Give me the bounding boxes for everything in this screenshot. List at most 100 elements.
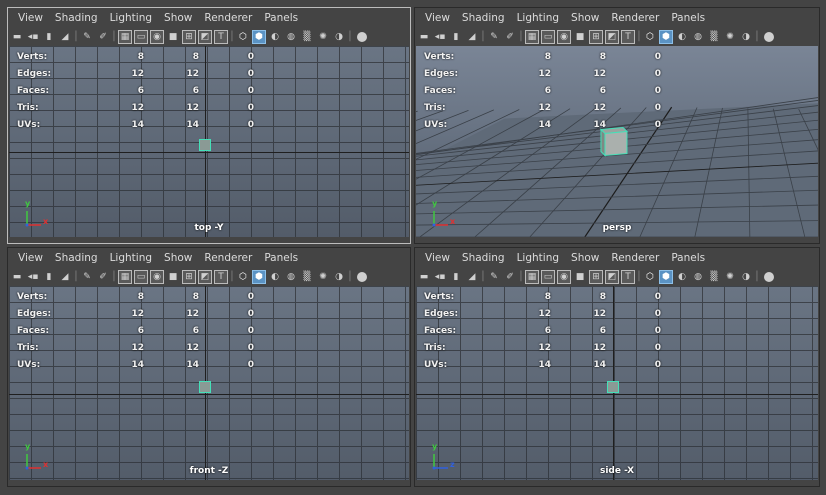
menu-shading[interactable]: Shading bbox=[456, 252, 511, 264]
camera-attributes-icon[interactable]: ◂▪ bbox=[433, 270, 447, 284]
isolate-icon[interactable] bbox=[357, 32, 367, 42]
gate-mask-icon[interactable]: ■ bbox=[573, 30, 587, 44]
menu-lighting[interactable]: Lighting bbox=[511, 252, 565, 264]
lights-icon[interactable]: ✺ bbox=[316, 270, 330, 284]
grid-icon[interactable]: ▦ bbox=[525, 30, 539, 44]
wireframe-icon[interactable]: ⬡ bbox=[643, 30, 657, 44]
resolution-gate-icon[interactable]: ◉ bbox=[150, 270, 164, 284]
image-plane-icon[interactable]: ◢ bbox=[465, 30, 479, 44]
flat-shade-icon[interactable]: ◐ bbox=[675, 270, 689, 284]
camera-attributes-icon[interactable]: ◂▪ bbox=[26, 30, 40, 44]
menu-show[interactable]: Show bbox=[565, 12, 605, 24]
menu-view[interactable]: View bbox=[12, 12, 49, 24]
menu-shading[interactable]: Shading bbox=[49, 252, 104, 264]
flat-shade-icon[interactable]: ◐ bbox=[268, 270, 282, 284]
grid-icon[interactable]: ▦ bbox=[525, 270, 539, 284]
bookmark-icon[interactable]: ▮ bbox=[42, 30, 56, 44]
two-d-pan-icon[interactable]: ✎ bbox=[487, 30, 501, 44]
safe-title-icon[interactable]: T bbox=[621, 270, 635, 284]
textured-icon[interactable]: ▒ bbox=[707, 270, 721, 284]
field-chart-icon[interactable]: ⊞ bbox=[589, 270, 603, 284]
menu-view[interactable]: View bbox=[12, 252, 49, 264]
shadows-icon[interactable]: ◑ bbox=[332, 270, 346, 284]
field-chart-icon[interactable]: ⊞ bbox=[182, 270, 196, 284]
safe-action-icon[interactable]: ◩ bbox=[198, 270, 212, 284]
gate-mask-icon[interactable]: ■ bbox=[573, 270, 587, 284]
menu-renderer[interactable]: Renderer bbox=[605, 252, 665, 264]
grease-pencil-icon[interactable]: ✐ bbox=[96, 30, 110, 44]
flat-shade-icon[interactable]: ◐ bbox=[268, 30, 282, 44]
menu-shading[interactable]: Shading bbox=[456, 12, 511, 24]
viewport-panel-front[interactable]: View Shading Lighting Show Renderer Panels ▬ ◂… bbox=[7, 247, 411, 487]
film-gate-icon[interactable]: ▭ bbox=[134, 270, 148, 284]
menu-panels[interactable]: Panels bbox=[665, 12, 711, 24]
resolution-gate-icon[interactable]: ◉ bbox=[150, 30, 164, 44]
menu-panels[interactable]: Panels bbox=[258, 12, 304, 24]
safe-title-icon[interactable]: T bbox=[214, 270, 228, 284]
camera-attributes-icon[interactable]: ◂▪ bbox=[26, 270, 40, 284]
menu-show[interactable]: Show bbox=[158, 12, 198, 24]
viewport-canvas[interactable]: Verts: 8 8 0 Edges: 12 12 0 Faces: 6 6 0 Tris: 12 12 0 U… bbox=[9, 286, 409, 480]
resolution-gate-icon[interactable]: ◉ bbox=[557, 30, 571, 44]
select-camera-icon[interactable]: ▬ bbox=[417, 270, 431, 284]
resolution-gate-icon[interactable]: ◉ bbox=[557, 270, 571, 284]
shadows-icon[interactable]: ◑ bbox=[739, 270, 753, 284]
bounding-box-icon[interactable]: ◍ bbox=[691, 270, 705, 284]
bookmark-icon[interactable]: ▮ bbox=[449, 270, 463, 284]
menu-lighting[interactable]: Lighting bbox=[104, 252, 158, 264]
wireframe-icon[interactable]: ⬡ bbox=[236, 30, 250, 44]
menu-renderer[interactable]: Renderer bbox=[198, 12, 258, 24]
grease-pencil-icon[interactable]: ✐ bbox=[503, 30, 517, 44]
wireframe-icon[interactable]: ⬡ bbox=[643, 270, 657, 284]
image-plane-icon[interactable]: ◢ bbox=[58, 30, 72, 44]
select-camera-icon[interactable]: ▬ bbox=[417, 30, 431, 44]
two-d-pan-icon[interactable]: ✎ bbox=[487, 270, 501, 284]
wireframe-icon[interactable]: ⬡ bbox=[236, 270, 250, 284]
viewport-canvas[interactable]: Verts: 8 8 0 Edges: 12 12 0 Faces: 6 6 0 Tris: 12 12 0 U… bbox=[9, 46, 409, 237]
menu-panels[interactable]: Panels bbox=[258, 252, 304, 264]
safe-action-icon[interactable]: ◩ bbox=[605, 270, 619, 284]
safe-action-icon[interactable]: ◩ bbox=[605, 30, 619, 44]
smooth-shade-icon[interactable]: ⬢ bbox=[659, 30, 673, 44]
isolate-icon[interactable] bbox=[764, 32, 774, 42]
viewport-canvas[interactable]: Verts: 8 8 0 Edges: 12 12 0 Faces: 6 6 0 Tris: 12 12 0 U… bbox=[416, 286, 818, 480]
bounding-box-icon[interactable]: ◍ bbox=[691, 30, 705, 44]
safe-action-icon[interactable]: ◩ bbox=[198, 30, 212, 44]
textured-icon[interactable]: ▒ bbox=[300, 270, 314, 284]
image-plane-icon[interactable]: ◢ bbox=[465, 270, 479, 284]
viewport-panel-persp[interactable]: View Shading Lighting Show Renderer Panels ▬ ◂… bbox=[414, 7, 820, 244]
lights-icon[interactable]: ✺ bbox=[723, 270, 737, 284]
viewport-panel-side[interactable]: View Shading Lighting Show Renderer Panels ▬ ◂… bbox=[414, 247, 820, 487]
menu-renderer[interactable]: Renderer bbox=[605, 12, 665, 24]
bookmark-icon[interactable]: ▮ bbox=[449, 30, 463, 44]
image-plane-icon[interactable]: ◢ bbox=[58, 270, 72, 284]
menu-lighting[interactable]: Lighting bbox=[511, 12, 565, 24]
menu-show[interactable]: Show bbox=[565, 252, 605, 264]
shadows-icon[interactable]: ◑ bbox=[739, 30, 753, 44]
two-d-pan-icon[interactable]: ✎ bbox=[80, 270, 94, 284]
textured-icon[interactable]: ▒ bbox=[300, 30, 314, 44]
camera-attributes-icon[interactable]: ◂▪ bbox=[433, 30, 447, 44]
textured-icon[interactable]: ▒ bbox=[707, 30, 721, 44]
menu-panels[interactable]: Panels bbox=[665, 252, 711, 264]
grease-pencil-icon[interactable]: ✐ bbox=[96, 270, 110, 284]
gate-mask-icon[interactable]: ■ bbox=[166, 270, 180, 284]
selected-cube[interactable] bbox=[199, 139, 211, 151]
gate-mask-icon[interactable]: ■ bbox=[166, 30, 180, 44]
menu-view[interactable]: View bbox=[419, 252, 456, 264]
grease-pencil-icon[interactable]: ✐ bbox=[503, 270, 517, 284]
selected-cube[interactable] bbox=[199, 381, 211, 393]
two-d-pan-icon[interactable]: ✎ bbox=[80, 30, 94, 44]
film-gate-icon[interactable]: ▭ bbox=[541, 30, 555, 44]
film-gate-icon[interactable]: ▭ bbox=[541, 270, 555, 284]
menu-shading[interactable]: Shading bbox=[49, 12, 104, 24]
menu-renderer[interactable]: Renderer bbox=[198, 252, 258, 264]
menu-view[interactable]: View bbox=[419, 12, 456, 24]
viewport-canvas[interactable]: Verts: 8 8 0 Edges: 12 12 0 Faces: 6 6 0 Tris: 12 12 0 U… bbox=[416, 46, 818, 237]
flat-shade-icon[interactable]: ◐ bbox=[675, 30, 689, 44]
lights-icon[interactable]: ✺ bbox=[316, 30, 330, 44]
film-gate-icon[interactable]: ▭ bbox=[134, 30, 148, 44]
shadows-icon[interactable]: ◑ bbox=[332, 30, 346, 44]
menu-lighting[interactable]: Lighting bbox=[104, 12, 158, 24]
smooth-shade-icon[interactable]: ⬢ bbox=[252, 270, 266, 284]
